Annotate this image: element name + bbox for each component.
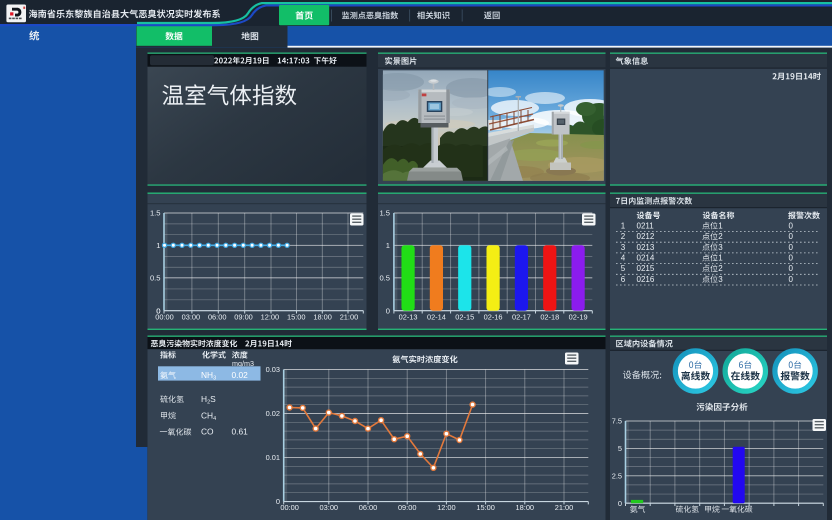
svg-text:15:00: 15:00 [287, 313, 306, 322]
svg-text:18:00: 18:00 [516, 503, 535, 512]
svg-text:3: 3 [718, 243, 723, 252]
svg-text:1.5: 1.5 [150, 209, 161, 218]
svg-text:0: 0 [789, 254, 794, 263]
svg-text:0213: 0213 [637, 243, 655, 252]
svg-text:1: 1 [386, 241, 390, 250]
svg-text:21:00: 21:00 [340, 313, 359, 322]
svg-text:1: 1 [718, 254, 723, 263]
svg-text:7.5: 7.5 [612, 417, 622, 426]
svg-text:00:00: 00:00 [280, 503, 299, 512]
svg-text:CO: CO [201, 427, 214, 437]
svg-text:1: 1 [718, 221, 723, 230]
svg-text:3: 3 [718, 275, 723, 284]
svg-text:0.01: 0.01 [266, 453, 280, 462]
svg-text:5: 5 [618, 444, 622, 453]
svg-text:0.02: 0.02 [266, 409, 280, 418]
svg-text:0: 0 [156, 306, 160, 315]
svg-text:0.02: 0.02 [232, 370, 249, 380]
svg-text:0.5: 0.5 [379, 273, 390, 282]
svg-text:02-15: 02-15 [455, 313, 474, 322]
svg-text:0215: 0215 [637, 264, 655, 273]
svg-text:03:00: 03:00 [182, 313, 201, 322]
svg-text:2: 2 [718, 232, 723, 241]
svg-text:4: 4 [621, 254, 626, 263]
svg-text:0: 0 [386, 306, 390, 315]
svg-text:12:00: 12:00 [261, 313, 280, 322]
svg-text:06:00: 06:00 [208, 313, 227, 322]
svg-text:5: 5 [621, 264, 626, 273]
svg-text:0.03: 0.03 [266, 365, 280, 374]
svg-text:2: 2 [621, 232, 626, 241]
svg-text:0: 0 [789, 264, 794, 273]
svg-text:0.5: 0.5 [150, 273, 161, 282]
svg-text:0: 0 [789, 221, 794, 230]
svg-text:0.61: 0.61 [232, 427, 249, 437]
svg-text:0211: 0211 [637, 221, 655, 230]
svg-text:02-18: 02-18 [540, 313, 559, 322]
svg-text:1: 1 [621, 221, 626, 230]
svg-text:3: 3 [621, 243, 626, 252]
svg-text:02-17: 02-17 [512, 313, 531, 322]
svg-text:0: 0 [789, 232, 794, 241]
svg-text:2.5: 2.5 [612, 471, 622, 480]
svg-text:1: 1 [156, 241, 160, 250]
svg-text:0214: 0214 [637, 254, 655, 263]
svg-text:18:00: 18:00 [313, 313, 332, 322]
svg-text:02-13: 02-13 [399, 313, 418, 322]
svg-text:02-14: 02-14 [427, 313, 446, 322]
svg-text:02-16: 02-16 [484, 313, 503, 322]
svg-text:02-19: 02-19 [569, 313, 588, 322]
svg-text:12:00: 12:00 [437, 503, 456, 512]
svg-text:15:00: 15:00 [476, 503, 495, 512]
svg-text:0212: 0212 [637, 232, 655, 241]
svg-text:09:00: 09:00 [234, 313, 253, 322]
svg-text:21:00: 21:00 [555, 503, 574, 512]
svg-text:0: 0 [789, 275, 794, 284]
svg-text:06:00: 06:00 [359, 503, 378, 512]
svg-text:2: 2 [718, 264, 723, 273]
svg-text:6: 6 [621, 275, 626, 284]
svg-text:0: 0 [789, 243, 794, 252]
svg-text:1.5: 1.5 [379, 209, 390, 218]
svg-text:03:00: 03:00 [320, 503, 339, 512]
svg-text:0216: 0216 [637, 275, 655, 284]
svg-text:0: 0 [618, 499, 622, 508]
svg-text:09:00: 09:00 [398, 503, 417, 512]
